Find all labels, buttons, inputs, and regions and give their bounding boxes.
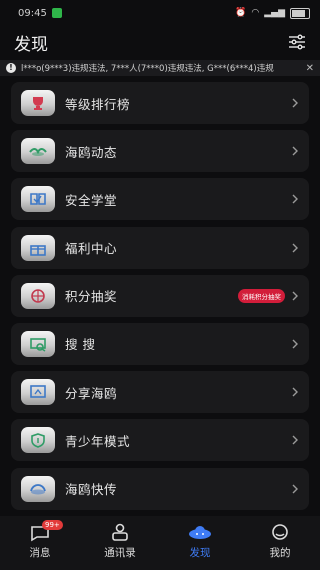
contacts-icon — [112, 523, 128, 541]
tab-label: 消息 — [29, 547, 51, 559]
menu-item-transfer[interactable]: 海鸥快传 — [11, 467, 309, 510]
chevron-right-icon — [292, 484, 298, 493]
alarm-icon: ⏰ — [235, 8, 247, 18]
close-icon[interactable]: ✕ — [306, 63, 314, 74]
chevron-right-icon — [292, 387, 298, 397]
discover-icon — [189, 526, 211, 539]
unread-badge: 99+ — [42, 520, 63, 530]
notification-app-icon — [51, 8, 62, 18]
tab-discover[interactable]: 发现 — [168, 522, 232, 560]
status-time: 09:45 — [18, 7, 47, 19]
menu-item-lottery[interactable]: 积分抽奖 消耗积分抽奖 — [11, 274, 309, 317]
menu-icon-tile — [21, 186, 55, 213]
share-icon — [30, 385, 46, 398]
tab-me[interactable]: 我的 — [248, 522, 312, 560]
info-icon: ! — [6, 63, 16, 73]
tab-label: 我的 — [269, 547, 291, 559]
menu-item-label: 福利中心 — [65, 241, 118, 257]
settings-icon[interactable] — [288, 33, 306, 51]
menu-item-search[interactable]: 搜 搜 — [11, 322, 309, 365]
menu-icon-tile — [21, 282, 55, 309]
chevron-right-icon — [292, 435, 298, 445]
shield-icon — [31, 433, 45, 449]
chevron-right-icon — [292, 194, 298, 204]
wifi-icon: ◠ — [251, 8, 260, 18]
page-title: 发现 — [14, 34, 48, 55]
menu-icon-tile — [21, 475, 55, 502]
tab-bar: 99+ 消息 通讯录 发现 我的 — [0, 516, 320, 570]
discover-menu: 等级排行榜海鸥动态安全学堂福利中心积分抽奖 消耗积分抽奖搜 搜分享海鸥青少年模式海… — [0, 82, 320, 510]
menu-icon-tile — [21, 234, 55, 261]
menu-icon-tile — [21, 379, 55, 406]
menu-icon-tile — [21, 138, 55, 165]
battery-icon — [290, 7, 310, 19]
tab-label: 通讯录 — [104, 547, 136, 559]
menu-item-label: 分享海鸥 — [65, 385, 118, 401]
signal-icon: ▂▄▆ — [264, 8, 285, 18]
notice-text: l***o(9***3)违规违法, 7***人(7***0)违规违法, G***… — [21, 64, 274, 74]
menu-item-shield[interactable]: 青少年模式 — [11, 419, 309, 462]
menu-item-gift[interactable]: 福利中心 — [11, 226, 309, 269]
tab-messages[interactable]: 99+ 消息 — [8, 520, 72, 560]
menu-item-label: 海鸥快传 — [65, 482, 118, 497]
trophy-icon — [33, 97, 43, 110]
search-icon — [30, 338, 46, 352]
menu-item-trophy[interactable]: 等级排行榜 — [11, 82, 309, 124]
menu-icon-tile — [21, 330, 55, 357]
gull-icon — [29, 148, 47, 157]
tab-contacts[interactable]: 通讯录 — [88, 522, 152, 560]
lottery-icon — [31, 288, 45, 303]
tab-label: 发现 — [189, 547, 211, 559]
status-bar: 09:45 ⏰ ◠ ▂▄▆ — [0, 0, 320, 26]
status-icons: ⏰ ◠ ▂▄▆ — [235, 7, 310, 19]
chevron-right-icon — [292, 243, 298, 253]
menu-item-gull[interactable]: 海鸥动态 — [11, 130, 309, 173]
menu-icon-tile — [21, 90, 55, 116]
menu-item-label: 积分抽奖 — [65, 289, 118, 305]
gift-icon — [30, 244, 46, 256]
me-icon — [272, 524, 288, 540]
chevron-right-icon — [292, 98, 298, 108]
chevron-right-icon — [292, 339, 298, 349]
header: 发现 — [0, 26, 320, 58]
book-icon — [30, 193, 46, 206]
lottery-badge: 消耗积分抽奖 — [238, 288, 285, 303]
menu-item-book[interactable]: 安全学堂 — [11, 178, 309, 221]
chevron-right-icon — [292, 291, 298, 301]
menu-item-label: 安全学堂 — [65, 192, 118, 208]
notice-bar: ! l***o(9***3)违规违法, 7***人(7***0)违规违法, G*… — [0, 60, 320, 76]
chevron-right-icon — [292, 146, 298, 156]
menu-item-label: 海鸥动态 — [65, 144, 118, 160]
menu-item-label: 青少年模式 — [65, 433, 131, 449]
menu-item-label: 搜 搜 — [65, 337, 96, 353]
menu-item-label: 等级排行榜 — [65, 96, 131, 112]
menu-icon-tile — [21, 427, 55, 454]
transfer-icon — [30, 483, 46, 494]
menu-item-share[interactable]: 分享海鸥 — [11, 371, 309, 414]
